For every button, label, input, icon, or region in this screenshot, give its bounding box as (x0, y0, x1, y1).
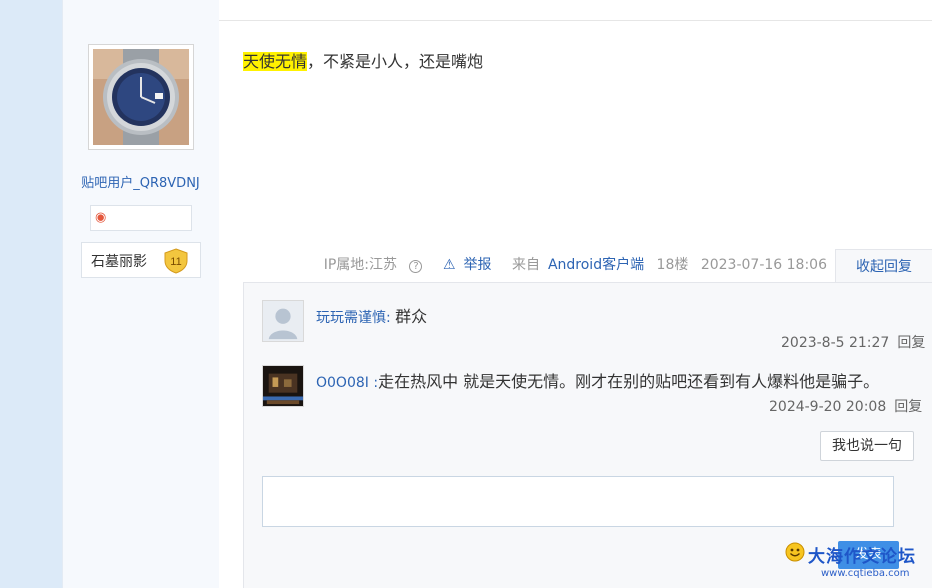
level-number: 11 (170, 256, 181, 268)
reply-username[interactable]: 玩玩需谨慎 (316, 310, 386, 326)
author-level-badge[interactable]: 石墓丽影 11 (81, 242, 201, 278)
post-highlight: 天使无情 (243, 52, 308, 71)
author-badge[interactable]: ◉ (90, 205, 192, 231)
reply-input[interactable] (262, 476, 894, 527)
ip-location: IP属地:江苏 ? (316, 257, 423, 273)
reply-avatar[interactable] (262, 365, 304, 407)
post-body: 天使无情，不紧是小人，还是嘴炮 (243, 48, 483, 72)
watch-avatar-image (93, 49, 189, 145)
post-text: ，不紧是小人，还是嘴炮 (307, 52, 484, 71)
client-source: 来自 Android客户端 (511, 257, 645, 273)
watermark: 大海作文论坛 www.cqtieba.com (783, 540, 928, 586)
reply-text: 走在热风中 就是天使无情。刚才在别的贴吧还看到有人爆料他是骗子。 (378, 372, 880, 391)
post-time: 2023-07-16 18:06 (700, 257, 827, 273)
reply-username[interactable]: O0O08I (316, 375, 369, 391)
page-background-strip (0, 0, 62, 588)
reply-meta: 2024-9-20 20:08 回复 (769, 396, 922, 416)
reply-button[interactable]: 回复 (894, 399, 922, 415)
watermark-url: www.cqtieba.com (821, 568, 910, 579)
reply-text: 群众 (395, 307, 428, 326)
level-title: 石墓丽影 (91, 254, 147, 270)
client-link[interactable]: Android客户端 (548, 257, 644, 273)
reply-item: 玩玩需谨慎: 群众 (316, 307, 428, 326)
reply-avatar[interactable] (262, 300, 304, 342)
divider (219, 20, 932, 21)
reply-meta: 2023-8-5 21:27 回复 (781, 332, 925, 352)
smiley-icon (785, 542, 805, 562)
default-user-icon (263, 301, 303, 341)
author-avatar[interactable] (88, 44, 194, 150)
floor-number: 18楼 (656, 257, 689, 273)
watermark-title: 大海作文论坛 (808, 547, 916, 567)
game-avatar-image (263, 366, 303, 406)
add-reply-button[interactable]: 我也说一句 (820, 431, 914, 461)
reply-time: 2023-8-5 21:27 (781, 335, 890, 351)
level-shield-icon: 11 (164, 248, 188, 274)
reply-item: O0O08I :走在热风中 就是天使无情。刚才在别的贴吧还看到有人爆料他是骗子。 (316, 372, 880, 391)
author-username[interactable]: 贴吧用户_QR8VDNJ (62, 172, 219, 191)
post-meta: IP属地:江苏 ? ⚠ 举报 来自 Android客户端 18楼 2023-07-1… (219, 255, 835, 275)
collapse-replies-button[interactable]: 收起回复 (835, 249, 932, 283)
help-icon[interactable]: ? (409, 260, 423, 273)
report-link[interactable]: ⚠ 举报 (435, 257, 492, 273)
warning-icon: ⚠ (442, 257, 456, 273)
fire-badge-icon: ◉ (95, 210, 107, 225)
reply-button[interactable]: 回复 (897, 335, 925, 351)
reply-time: 2024-9-20 20:08 (769, 399, 887, 415)
